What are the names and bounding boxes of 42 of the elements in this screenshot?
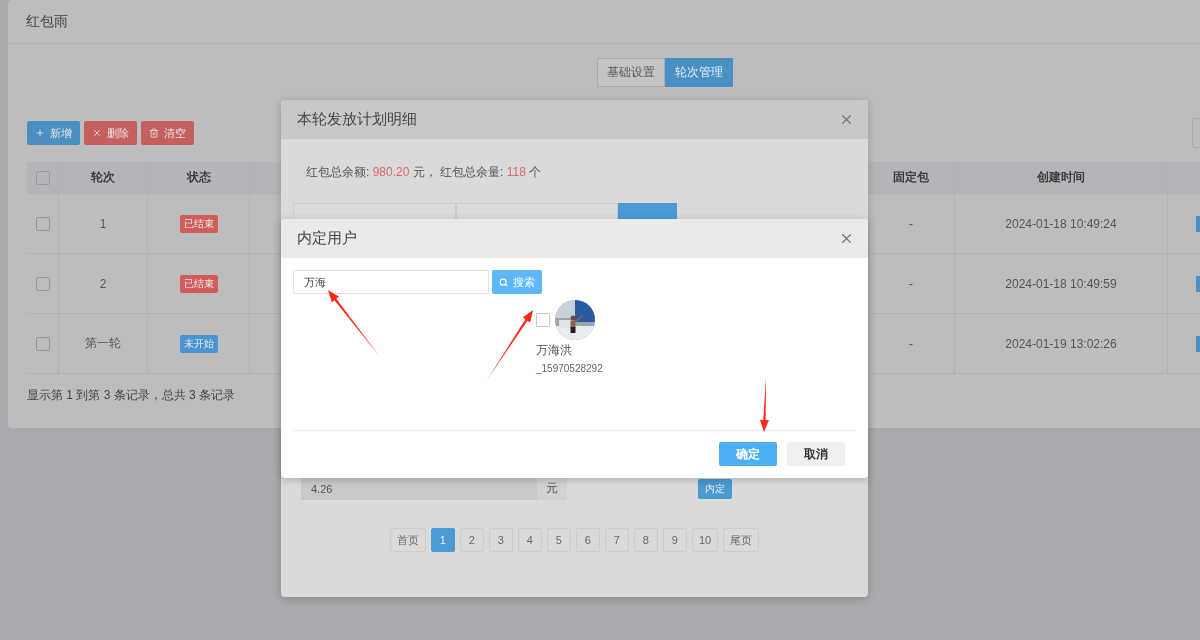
column-header: 创建时间	[955, 162, 1168, 193]
page-button[interactable]: 5	[546, 528, 571, 552]
add-button[interactable]: 新增	[27, 121, 80, 145]
page-button[interactable]: 1	[430, 528, 455, 552]
status-tag: 已结束	[179, 214, 218, 233]
table-cell: 2024-01-18 10:49:59	[955, 254, 1168, 313]
tab[interactable]: 基础设置	[597, 58, 665, 87]
tab[interactable]: 轮次管理	[665, 58, 733, 87]
confirm-button[interactable]: 确定	[719, 442, 777, 466]
search-field[interactable]: 万海	[293, 270, 489, 294]
assign-button[interactable]: 内定	[698, 478, 732, 499]
page-button[interactable]: 7	[604, 528, 629, 552]
amount-field[interactable]: 4.26	[301, 477, 537, 500]
table-cell: 第一轮	[59, 314, 148, 373]
page-button[interactable]: 2	[459, 528, 484, 552]
cancel-button[interactable]: 取消	[787, 442, 845, 466]
status-tag: 已结束	[179, 274, 218, 293]
page-button[interactable]: 8	[633, 528, 658, 552]
page-title: 红包雨	[8, 0, 1200, 44]
user-name: 万海洪	[536, 342, 573, 359]
table-cell: 2	[59, 254, 148, 313]
page-button[interactable]: 9	[662, 528, 687, 552]
page-button[interactable]: 首页	[389, 528, 426, 552]
unit-addon: 元	[537, 477, 567, 500]
table-cell: 2024-01-19 13:02:26	[955, 314, 1168, 373]
page-button[interactable]: 10	[691, 528, 719, 552]
page-button[interactable]: 4	[517, 528, 542, 552]
clear-button[interactable]: 清空	[141, 121, 194, 145]
page-button[interactable]: 6	[575, 528, 600, 552]
column-header: 轮次	[59, 162, 148, 193]
status-tag: 未开始	[179, 334, 218, 353]
user-id: _15970528292	[536, 363, 604, 374]
dialog-title: 内定用户	[297, 229, 357, 248]
page-button[interactable]: 尾页	[723, 528, 760, 552]
column-header: 状态	[148, 162, 250, 193]
table-cell: 2024-01-18 10:49:24	[955, 194, 1168, 253]
record-count: 显示第 1 到第 3 条记录，总共 3 条记录	[27, 387, 237, 404]
page-button[interactable]: 3	[488, 528, 513, 552]
table-cell: 1	[59, 194, 148, 253]
balance-summary: 红包总余额: 980.20 元， 红包总余量: 118 个	[306, 164, 543, 181]
dialog-title: 本轮发放计划明细	[297, 110, 417, 129]
delete-button[interactable]: 删除	[84, 121, 137, 145]
